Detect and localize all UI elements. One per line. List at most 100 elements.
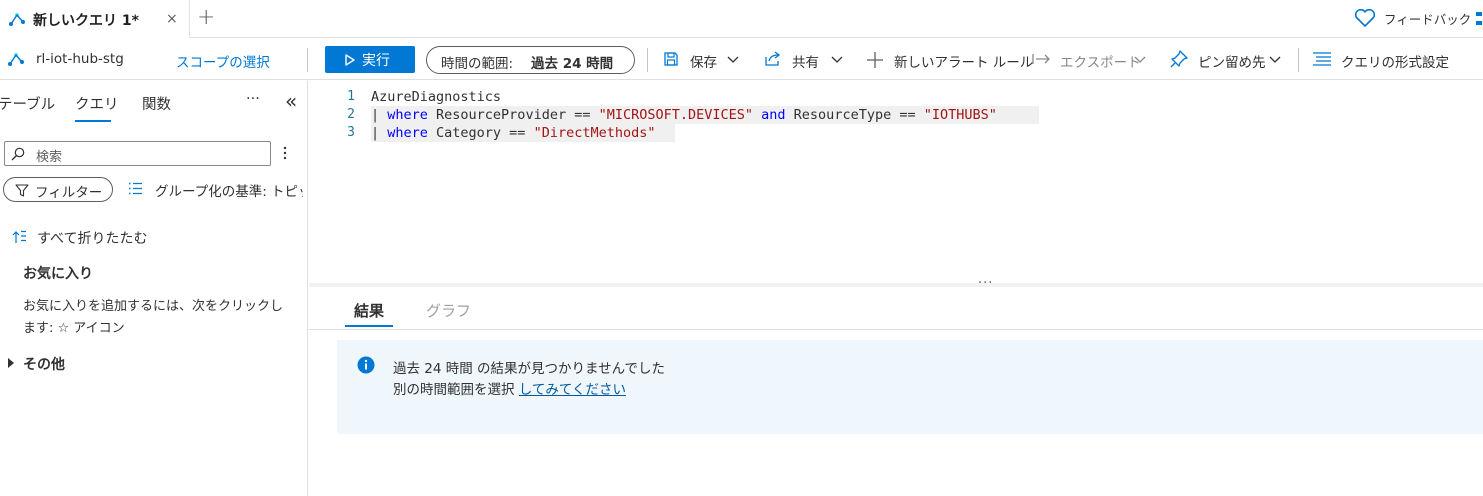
string-literal: "DirectMethods" xyxy=(533,125,656,141)
splitter-handle[interactable]: ··· xyxy=(978,276,993,291)
query-editor[interactable]: 1 2 3 AzureDiagnostics | where ResourceP… xyxy=(309,81,1483,283)
keyword-where: where xyxy=(387,107,428,123)
list-icon xyxy=(128,182,143,195)
toolbar: rl-iot-hub-stg スコープの選択 実行 時間の範囲: 過去 24 時… xyxy=(0,40,1483,80)
tab-results[interactable]: 結果 xyxy=(354,300,384,321)
resource-name: rl-iot-hub-stg xyxy=(36,51,124,67)
splitter-bar[interactable] xyxy=(309,283,1483,287)
filter-button[interactable]: フィルター xyxy=(3,177,113,202)
new-tab-button[interactable]: + xyxy=(197,5,215,30)
tab-tables[interactable]: テーブル xyxy=(0,93,55,114)
divider xyxy=(1298,48,1299,72)
chevron-down-icon xyxy=(1134,53,1146,65)
active-tab-indicator xyxy=(75,120,111,122)
filter-icon xyxy=(15,184,29,197)
time-range-value: 過去 24 時間 xyxy=(531,56,614,72)
code-text: Category == xyxy=(427,125,534,141)
save-button[interactable]: 保存 xyxy=(663,48,743,72)
pin-to-button[interactable]: ピン留め先 xyxy=(1170,48,1284,72)
share-button[interactable]: 共有 xyxy=(764,48,846,72)
export-label: エクスポート xyxy=(1060,55,1141,71)
code-line-2: | where ResourceProvider == "MICROSOFT.D… xyxy=(371,106,997,124)
hint-prefix: 別の時間範囲を選択 xyxy=(393,382,519,398)
tab-chart[interactable]: グラフ xyxy=(426,300,471,321)
search-input[interactable]: 検索 xyxy=(4,141,271,166)
info-icon xyxy=(357,356,375,374)
iot-hub-icon xyxy=(7,51,25,67)
close-icon[interactable]: × xyxy=(166,11,178,27)
filter-label: フィルター xyxy=(35,185,103,201)
more-icon[interactable]: ··· xyxy=(246,91,260,107)
collapse-all-button[interactable]: すべて折りたたむ xyxy=(12,227,212,247)
keyword-and: and xyxy=(753,107,786,123)
save-label: 保存 xyxy=(690,55,717,71)
feedback-label: フィードバック xyxy=(1384,12,1472,27)
favorites-description: お気に入りを追加するには、次をクリックします: ☆ アイコン xyxy=(23,299,284,336)
scope-select-link[interactable]: スコープの選択 xyxy=(176,51,270,71)
new-alert-label: 新しいアラート ルール xyxy=(894,55,1034,71)
pipe-operator: | xyxy=(371,125,388,141)
keyword-where: where xyxy=(387,125,428,141)
collapse-panel-icon[interactable]: « xyxy=(285,89,297,113)
divider xyxy=(307,48,308,72)
chevron-down-icon xyxy=(1269,53,1281,65)
group-by-label: グループ化の基準: トピック xyxy=(155,184,303,199)
format-query-button[interactable]: クエリの形式設定 xyxy=(1312,48,1452,72)
search-placeholder: 検索 xyxy=(36,150,63,165)
group-by-button[interactable]: グループ化の基準: トピック xyxy=(128,179,303,199)
table-name: AzureDiagnostics xyxy=(371,89,502,105)
tab-query-1[interactable]: 新しいクエリ 1* × xyxy=(0,0,190,38)
tab-title: 新しいクエリ 1* xyxy=(33,13,139,29)
no-results-message: 過去 24 時間 の結果が見つかりませんでした 別の時間範囲を選択 してみてくだ… xyxy=(337,340,1483,434)
time-range-hint: 別の時間範囲を選択 してみてください xyxy=(393,378,626,398)
pin-label: ピン留め先 xyxy=(1198,55,1266,71)
share-icon xyxy=(764,51,782,67)
time-range-label: 時間の範囲: xyxy=(441,56,514,72)
caret-right-icon xyxy=(8,358,14,368)
tab-functions[interactable]: 関数 xyxy=(142,93,171,114)
code-text: ResourceProvider == xyxy=(427,107,599,123)
export-button[interactable]: エクスポート xyxy=(1032,48,1150,72)
chevron-down-icon xyxy=(831,53,843,65)
line-number: 2 xyxy=(347,107,355,122)
tab-queries[interactable]: クエリ xyxy=(75,93,119,114)
export-icon xyxy=(1032,53,1052,65)
divider xyxy=(647,48,648,72)
other-group[interactable]: その他 xyxy=(8,353,108,373)
pin-icon xyxy=(1170,50,1188,68)
format-icon xyxy=(1312,52,1332,66)
change-time-range-link[interactable]: してみてください xyxy=(519,382,626,398)
left-panel: テーブル クエリ 関数 ··· « 検索 フィルター グループ化の基準: トピッ… xyxy=(0,81,308,496)
pipe-operator: | xyxy=(371,107,388,123)
collapse-all-icon xyxy=(12,230,27,244)
plus-icon xyxy=(866,51,884,69)
line-number: 1 xyxy=(347,89,355,104)
heart-icon xyxy=(1354,8,1376,28)
more-vertical-icon[interactable] xyxy=(283,146,287,160)
no-results-text: 過去 24 時間 の結果が見つかりませんでした xyxy=(393,361,665,377)
collapse-all-label: すべて折りたたむ xyxy=(37,231,148,247)
format-label: クエリの形式設定 xyxy=(1341,55,1449,71)
chevron-down-icon xyxy=(727,53,739,65)
time-range-picker[interactable]: 時間の範囲: 過去 24 時間 xyxy=(426,46,635,74)
favorites-title: お気に入り xyxy=(23,266,93,282)
run-button[interactable]: 実行 xyxy=(325,46,415,73)
new-alert-rule-button[interactable]: 新しいアラート ルール xyxy=(866,48,1033,72)
share-label: 共有 xyxy=(792,55,819,71)
tab-bar: 新しいクエリ 1* × + フィードバック xyxy=(0,0,1483,38)
query-icon xyxy=(8,11,26,27)
code-line-1: AzureDiagnostics xyxy=(371,88,501,106)
code-line-3: | where Category == "DirectMethods" xyxy=(371,124,656,142)
code-text: ResourceType == xyxy=(785,107,924,123)
overflow-icon[interactable] xyxy=(1476,10,1482,28)
string-literal: "MICROSOFT.DEVICES" xyxy=(598,107,754,123)
search-icon xyxy=(11,147,25,161)
string-literal: "IOTHUBS" xyxy=(923,107,997,123)
active-tab-indicator xyxy=(345,325,393,327)
other-label: その他 xyxy=(23,357,65,373)
play-icon xyxy=(345,54,355,66)
line-number: 3 xyxy=(347,125,355,140)
save-icon xyxy=(663,51,679,67)
run-label: 実行 xyxy=(362,53,390,69)
results-tabs: 結果 グラフ xyxy=(309,290,1483,330)
